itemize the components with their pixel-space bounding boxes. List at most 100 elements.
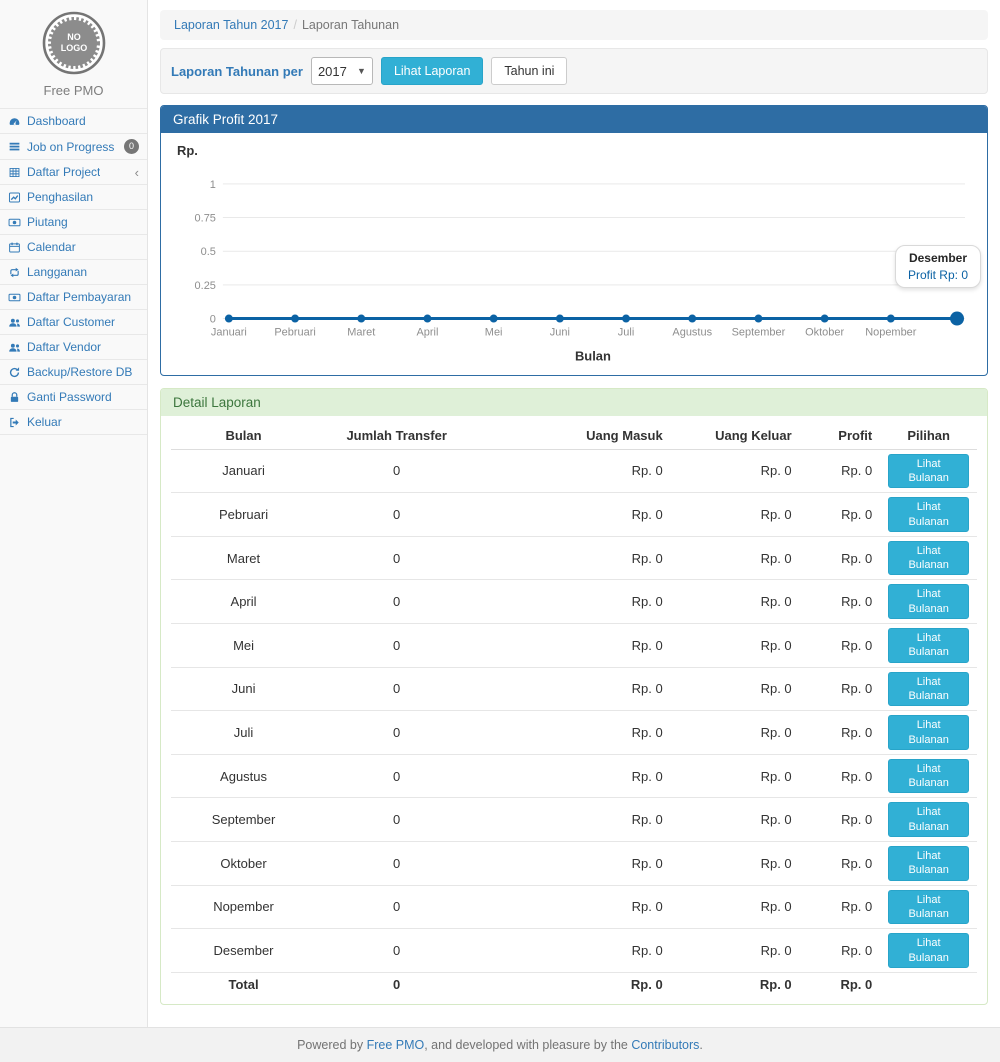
table-row: April0Rp. 0Rp. 0Rp. 0Lihat Bulanan	[171, 580, 977, 624]
caret-down-icon: ▼	[357, 66, 366, 76]
lihat-bulanan-button[interactable]: Lihat Bulanan	[888, 628, 969, 663]
cell-pilihan: Lihat Bulanan	[880, 842, 977, 886]
cell-uang-masuk: Rp. 0	[477, 667, 670, 711]
col-header-pilihan: Pilihan	[880, 422, 977, 450]
cell-profit: Rp. 0	[800, 929, 881, 973]
breadcrumb-separator: /	[288, 18, 301, 32]
lihat-bulanan-button[interactable]: Lihat Bulanan	[888, 584, 969, 619]
sidebar-item-calendar[interactable]: Calendar	[0, 235, 147, 260]
sidebar-menu: Dashboard Job on Progress0Daftar Project‹…	[0, 109, 147, 435]
lihat-bulanan-button[interactable]: Lihat Bulanan	[888, 933, 969, 968]
sidebar-item-keluar[interactable]: Keluar	[0, 410, 147, 435]
cell-jumlah-transfer: 0	[316, 624, 477, 668]
col-header-uang-keluar: Uang Keluar	[671, 422, 800, 450]
profit-chart-panel-title: Grafik Profit 2017	[161, 106, 987, 133]
sidebar-item-job-on-progress[interactable]: Job on Progress0	[0, 134, 147, 160]
chart-point[interactable]	[556, 315, 564, 323]
lihat-bulanan-button[interactable]: Lihat Bulanan	[888, 454, 969, 489]
breadcrumb-current: Laporan Tahunan	[302, 18, 399, 32]
chart-point[interactable]	[688, 315, 696, 323]
cell-pilihan: Lihat Bulanan	[880, 580, 977, 624]
profit-chart-panel: Grafik Profit 2017 Rp.00.250.50.751Janua…	[160, 105, 988, 375]
year-select[interactable]: 2017 ▼	[311, 57, 373, 85]
footer-link-free-pmo[interactable]: Free PMO	[367, 1038, 425, 1052]
lock-icon	[8, 391, 21, 404]
chart-point[interactable]	[490, 315, 498, 323]
year-filter-label: Laporan Tahunan per	[171, 64, 303, 79]
cell-bulan: Januari	[171, 449, 316, 493]
sidebar-item-piutang[interactable]: Piutang	[0, 210, 147, 235]
chart-point[interactable]	[622, 315, 630, 323]
tahun-ini-button[interactable]: Tahun ini	[491, 57, 567, 85]
col-header-uang-masuk: Uang Masuk	[477, 422, 670, 450]
lihat-bulanan-button[interactable]: Lihat Bulanan	[888, 759, 969, 794]
sidebar-item-ganti-password[interactable]: Ganti Password	[0, 385, 147, 410]
cell-bulan: April	[171, 580, 316, 624]
sidebar-item-backup-restore-db[interactable]: Backup/Restore DB	[0, 360, 147, 385]
profit-line-chart[interactable]: Rp.00.250.50.751JanuariPebruariMaretApri…	[171, 139, 977, 366]
cell-uang-keluar: Rp. 0	[671, 972, 800, 996]
cell-pilihan: Lihat Bulanan	[880, 449, 977, 493]
sidebar-item-label: Keluar	[27, 415, 62, 429]
cell-pilihan: Lihat Bulanan	[880, 885, 977, 929]
table-row: Agustus0Rp. 0Rp. 0Rp. 0Lihat Bulanan	[171, 754, 977, 798]
lihat-bulanan-button[interactable]: Lihat Bulanan	[888, 497, 969, 532]
cell-jumlah-transfer: 0	[316, 711, 477, 755]
sidebar-item-daftar-project[interactable]: Daftar Project‹	[0, 160, 147, 185]
cell-jumlah-transfer: 0	[316, 449, 477, 493]
cell-uang-masuk: Rp. 0	[477, 754, 670, 798]
cell-uang-masuk: Rp. 0	[477, 885, 670, 929]
sidebar-item-daftar-vendor[interactable]: Daftar Vendor	[0, 335, 147, 360]
detail-laporan-panel-title: Detail Laporan	[161, 389, 987, 416]
chart-point[interactable]	[357, 315, 365, 323]
table-row: Nopember0Rp. 0Rp. 0Rp. 0Lihat Bulanan	[171, 885, 977, 929]
cell-bulan: September	[171, 798, 316, 842]
sidebar-item-dashboard[interactable]: Dashboard	[0, 109, 147, 134]
page: NO LOGO Free PMO Dashboard Job on Progres…	[0, 0, 1000, 1062]
chart-point[interactable]	[225, 315, 233, 323]
cell-uang-masuk: Rp. 0	[477, 493, 670, 537]
logo-block: NO LOGO Free PMO	[0, 0, 147, 109]
retweet-icon	[8, 266, 21, 279]
chart-point[interactable]	[950, 312, 964, 326]
x-axis-title: Bulan	[575, 349, 611, 364]
chart-point[interactable]	[291, 315, 299, 323]
cell-pilihan: Lihat Bulanan	[880, 754, 977, 798]
lihat-bulanan-button[interactable]: Lihat Bulanan	[888, 672, 969, 707]
x-axis-tick: Januari	[211, 327, 247, 339]
sidebar-item-daftar-pembayaran[interactable]: Daftar Pembayaran	[0, 285, 147, 310]
sidebar-item-label: Dashboard	[27, 114, 86, 128]
breadcrumb-link-laporan-tahun[interactable]: Laporan Tahun 2017	[174, 18, 288, 32]
lihat-bulanan-button[interactable]: Lihat Bulanan	[888, 846, 969, 881]
sidebar-item-label: Calendar	[27, 240, 76, 254]
users-icon	[8, 316, 21, 329]
cell-uang-keluar: Rp. 0	[671, 624, 800, 668]
lihat-bulanan-button[interactable]: Lihat Bulanan	[888, 802, 969, 837]
sidebar-item-label: Ganti Password	[27, 390, 112, 404]
y-axis-tick: 0.25	[195, 280, 216, 292]
chart-point[interactable]	[887, 315, 895, 323]
lihat-bulanan-button[interactable]: Lihat Bulanan	[888, 715, 969, 750]
dashboard-icon	[8, 115, 21, 128]
tasks-icon	[8, 140, 21, 153]
sign-out-icon	[8, 416, 21, 429]
laporan-table-header-row: Bulan Jumlah Transfer Uang Masuk Uang Ke…	[171, 422, 977, 450]
chart-point[interactable]	[821, 315, 829, 323]
no-logo-badge-icon: NO LOGO	[41, 10, 107, 76]
footer-link-contributors[interactable]: Contributors	[631, 1038, 699, 1052]
cell-uang-masuk: Rp. 0	[477, 798, 670, 842]
lihat-bulanan-button[interactable]: Lihat Bulanan	[888, 541, 969, 576]
cell-jumlah-transfer: 0	[316, 798, 477, 842]
cell-bulan: Pebruari	[171, 493, 316, 537]
sidebar-item-penghasilan[interactable]: Penghasilan	[0, 185, 147, 210]
chart-point[interactable]	[754, 315, 762, 323]
cell-bulan: Maret	[171, 536, 316, 580]
lihat-bulanan-button[interactable]: Lihat Bulanan	[888, 890, 969, 925]
chart-point[interactable]	[423, 315, 431, 323]
sidebar-item-daftar-customer[interactable]: Daftar Customer	[0, 310, 147, 335]
lihat-laporan-button[interactable]: Lihat Laporan	[381, 57, 483, 85]
svg-text:NO: NO	[67, 32, 81, 42]
sidebar-item-langganan[interactable]: Langganan	[0, 260, 147, 285]
cell-profit: Rp. 0	[800, 972, 881, 996]
main-content: Laporan Tahun 2017/Laporan Tahunan Lapor…	[148, 0, 1000, 1027]
